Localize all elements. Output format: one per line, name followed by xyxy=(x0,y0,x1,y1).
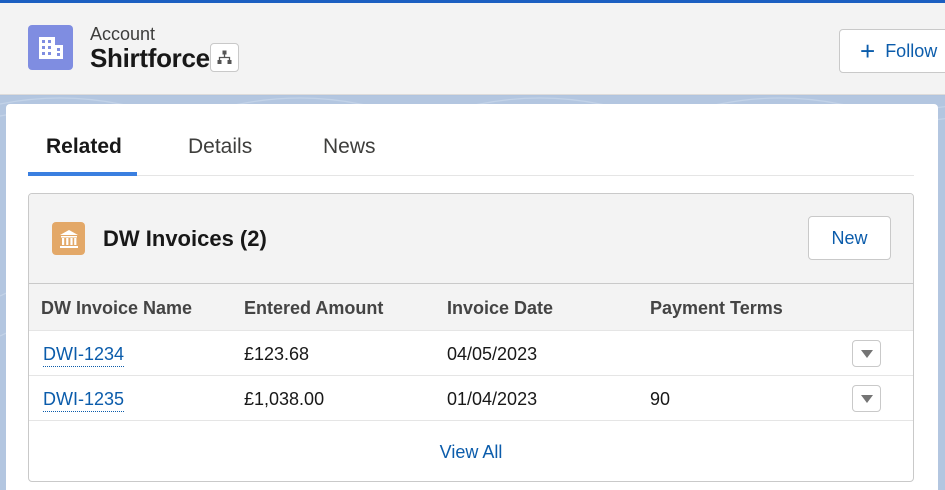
active-tab-indicator xyxy=(28,172,137,176)
plus-icon: + xyxy=(860,36,876,66)
table-row: DWI-1235 £1,038.00 01/04/2023 90 xyxy=(29,376,913,421)
entered-amount-cell: £1,038.00 xyxy=(244,389,325,409)
record-title: Shirtforce xyxy=(90,43,210,73)
new-invoice-button[interactable]: New xyxy=(808,216,891,260)
record-header: Account Shirtforce + Follow xyxy=(0,3,945,95)
bank-icon xyxy=(52,222,85,255)
related-list-header: DW Invoices (2) New xyxy=(29,194,913,284)
column-header-entered-amount: Entered Amount xyxy=(244,298,384,318)
related-list-title[interactable]: DW Invoices (2) xyxy=(103,226,267,252)
tab-bar: Related Details News xyxy=(28,104,914,176)
object-type-label: Account xyxy=(90,24,156,44)
tab-details[interactable]: Details xyxy=(188,135,252,159)
view-hierarchy-button[interactable] xyxy=(210,43,239,72)
follow-label: Follow xyxy=(885,40,938,61)
column-header-payment-terms: Payment Terms xyxy=(650,298,783,318)
table-row: DWI-1234 £123.68 04/05/2023 xyxy=(29,331,913,376)
invoice-date-cell: 01/04/2023 xyxy=(447,389,538,409)
tab-news[interactable]: News xyxy=(323,135,376,159)
tab-related[interactable]: Related xyxy=(46,135,122,159)
entered-amount-cell: £123.68 xyxy=(244,344,310,364)
invoice-date-cell: 04/05/2023 xyxy=(447,344,538,364)
follow-button[interactable]: + Follow xyxy=(839,29,945,73)
row-actions-button[interactable] xyxy=(852,340,881,367)
main-card: Related Details News DW Invoices (2) New xyxy=(6,104,938,490)
chevron-down-icon xyxy=(860,394,873,403)
payment-terms-cell: 90 xyxy=(650,389,671,409)
chevron-down-icon xyxy=(860,349,873,358)
dw-invoices-related-list: DW Invoices (2) New DW Invoice Name Ente… xyxy=(28,193,914,482)
invoice-name-link[interactable]: DWI-1234 xyxy=(43,344,125,367)
table-header-row: DW Invoice Name Entered Amount Invoice D… xyxy=(29,284,913,331)
invoice-name-link[interactable]: DWI-1235 xyxy=(43,389,125,412)
row-actions-button[interactable] xyxy=(852,385,881,412)
building-icon xyxy=(28,25,73,70)
column-header-invoice-name: DW Invoice Name xyxy=(41,298,193,318)
view-all-link[interactable]: View All xyxy=(29,433,913,463)
column-header-invoice-date: Invoice Date xyxy=(447,298,554,318)
hierarchy-icon xyxy=(217,50,232,64)
